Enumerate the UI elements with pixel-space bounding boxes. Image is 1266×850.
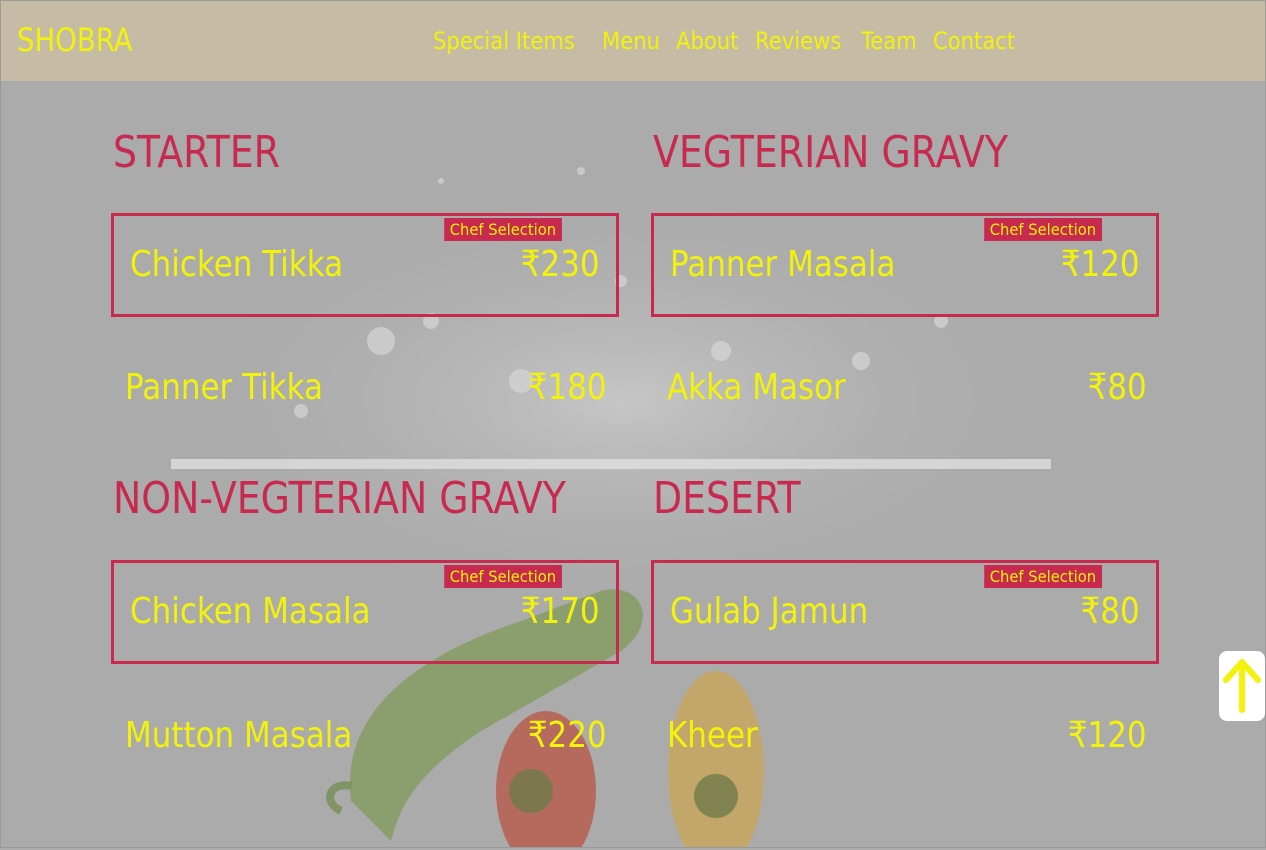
item-name: Chicken Tikka: [130, 244, 344, 285]
menu-item-price: ₹120: [1068, 715, 1147, 756]
nav-links: Special Items Menu About Reviews Team Co…: [433, 27, 1018, 55]
chef-selection-badge: Chef Selection: [444, 218, 562, 241]
item-price: ₹80: [1080, 591, 1140, 632]
menu-item-name: Panner Tikka: [125, 367, 323, 408]
menu-item-name: Kheer: [667, 715, 758, 756]
chef-selection-badge: Chef Selection: [984, 218, 1102, 241]
navbar: SHOBRA Special Items Menu About Reviews …: [1, 1, 1265, 81]
menu-item-price: ₹220: [528, 715, 607, 756]
menu-item-name: Akka Masor: [667, 367, 846, 408]
featured-card-veg-gravy[interactable]: Chef Selection Panner Masala ₹120: [651, 213, 1159, 317]
brand-logo-text[interactable]: SHOBRA: [17, 21, 133, 59]
item-price: ₹120: [1061, 244, 1140, 285]
section-title-nonveg-gravy: NON-VEGTERIAN GRAVY: [113, 473, 566, 524]
featured-card-starter[interactable]: Chef Selection Chicken Tikka ₹230: [111, 213, 619, 317]
menu-item-name: Mutton Masala: [125, 715, 353, 756]
nav-link-menu[interactable]: Menu: [602, 27, 660, 55]
section-title-starter: STARTER: [113, 127, 280, 178]
chef-selection-badge: Chef Selection: [984, 565, 1102, 588]
nav-link-special-items[interactable]: Special Items: [433, 27, 575, 55]
menu-item-price: ₹180: [528, 367, 607, 408]
item-name: Panner Masala: [670, 244, 896, 285]
featured-card-desert[interactable]: Chef Selection Gulab Jamun ₹80: [651, 560, 1159, 664]
nav-link-team[interactable]: Team: [861, 27, 917, 55]
nav-link-contact[interactable]: Contact: [933, 27, 1015, 55]
arrow-up-icon: [1223, 659, 1261, 713]
item-price: ₹170: [521, 591, 600, 632]
item-price: ₹230: [521, 244, 600, 285]
nav-link-reviews[interactable]: Reviews: [755, 27, 841, 55]
chef-selection-badge: Chef Selection: [444, 565, 562, 588]
page-frame: SHOBRA Special Items Menu About Reviews …: [0, 0, 1266, 848]
back-to-top-button[interactable]: [1219, 651, 1265, 721]
item-name: Chicken Masala: [130, 591, 371, 632]
item-name: Gulab Jamun: [670, 591, 869, 632]
featured-card-nonveg-gravy[interactable]: Chef Selection Chicken Masala ₹170: [111, 560, 619, 664]
nav-link-about[interactable]: About: [676, 27, 738, 55]
section-title-veg-gravy: VEGTERIAN GRAVY: [653, 127, 1009, 178]
section-title-desert: DESERT: [653, 473, 801, 524]
menu-item-price: ₹80: [1087, 367, 1147, 408]
